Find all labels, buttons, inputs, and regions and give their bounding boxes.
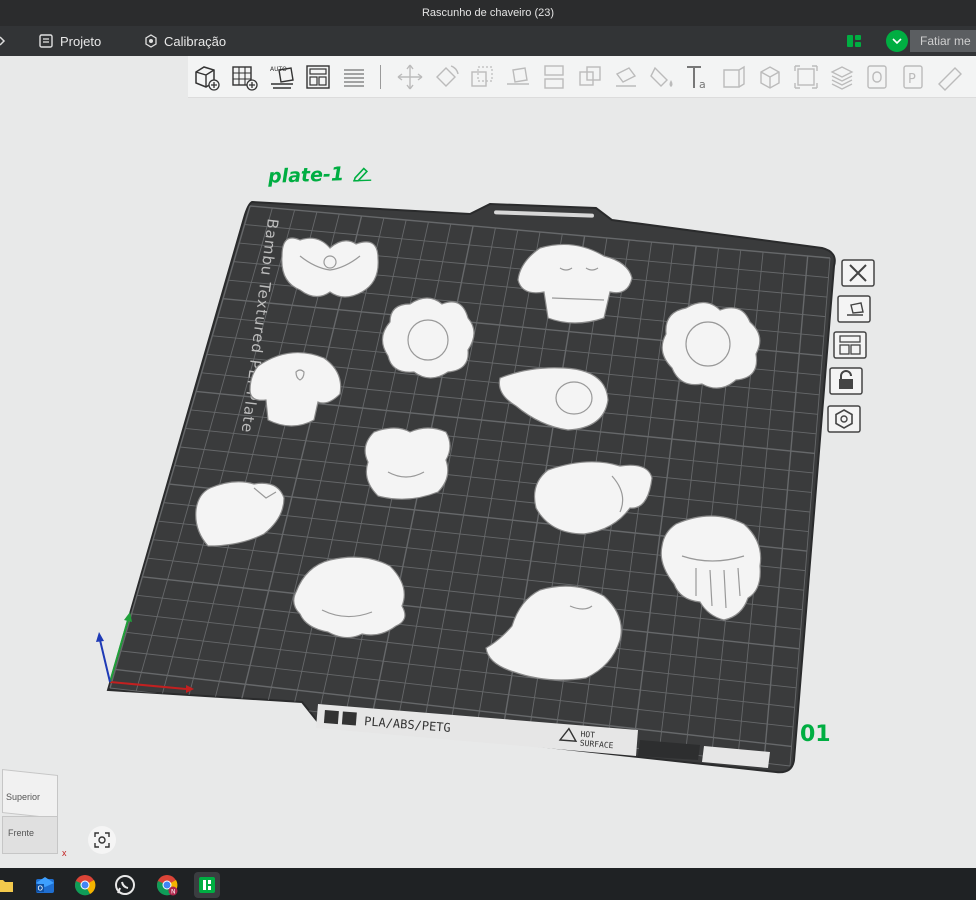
arrange-icon[interactable] [302,61,334,93]
window-title: Rascunho de chaveiro (23) [421,7,555,19]
lock-plate-button[interactable] [828,366,864,396]
lay-on-face-icon[interactable] [502,61,534,93]
plate-side-toolbar [826,258,878,438]
text-tool-icon[interactable]: a [682,61,714,93]
svg-text:P: P [908,72,916,87]
view-cube-axis-label: x [62,848,67,858]
plate-name-label[interactable]: plate-1 [268,162,373,188]
whatsapp-icon[interactable] [112,872,138,898]
slice-plate-label: Fatiar me [920,34,971,48]
zoom-fit-icon [94,832,110,848]
svg-text:a: a [699,78,706,91]
view-cube[interactable]: Superior Frente x [0,769,72,864]
menu-project[interactable]: Projeto [38,26,101,56]
project-icon [39,34,53,48]
plate-name-text: plate-1 [267,163,345,188]
assembly-icon[interactable] [754,61,786,93]
3d-viewport[interactable] [0,98,976,868]
zoom-to-fit-button[interactable] [88,826,116,854]
outlook-icon[interactable]: O [32,872,58,898]
auto-orient-icon[interactable]: AUTO [266,61,298,93]
home-menu-fragment[interactable] [0,26,6,56]
toolbar-separator [380,65,381,89]
slice-control: Fatiar me [886,30,976,52]
move-icon[interactable] [394,61,426,93]
boolean-icon[interactable] [574,61,606,93]
menu-project-label: Projeto [60,33,102,49]
variable-layer-icon[interactable] [826,61,858,93]
arrange-plate-button[interactable] [832,330,868,360]
mesh-icon[interactable] [718,61,750,93]
slice-plate-button[interactable]: Fatiar me [910,30,976,52]
part-icon[interactable] [862,61,894,93]
chrome-profile-icon[interactable]: N [154,872,180,898]
plate-number: 01 [800,722,831,747]
slice-dropdown-button[interactable] [886,30,908,52]
add-plate-icon[interactable] [228,61,260,93]
split-layers-icon[interactable] [338,61,370,93]
arrange-plate-icon [833,331,867,359]
multi-device-icon[interactable] [846,33,862,52]
bambu-studio-taskbar-icon[interactable] [194,872,220,898]
menu-bar: Projeto Calibração Fatiar me [0,26,976,56]
svg-text:N: N [171,889,176,896]
cut-icon[interactable] [538,61,570,93]
view-cube-top-label: Superior [6,792,41,802]
app-window: Rascunho de chaveiro (23) Projeto Calibr… [0,0,976,900]
rotate-icon[interactable] [430,61,462,93]
delete-plate-button[interactable] [840,258,876,288]
p-icon[interactable]: P [898,61,930,93]
auto-orient-plate-icon [837,295,871,323]
add-object-icon[interactable] [190,61,222,93]
file-explorer-icon[interactable] [0,872,18,898]
toolbar: AUTO a P [188,56,976,98]
calibration-icon [145,34,157,48]
lock-icon [829,367,863,395]
chrome-icon[interactable] [72,872,98,898]
svg-text:O: O [38,885,44,893]
ruler-icon[interactable] [934,61,966,93]
svg-text:AUTO: AUTO [270,66,287,73]
edit-pencil-icon[interactable] [352,165,373,182]
measure-icon[interactable] [790,61,822,93]
chevron-down-icon [892,38,902,45]
plate-settings-button[interactable] [826,404,862,434]
menu-calibration-label: Calibração [164,33,227,49]
auto-orient-plate-button[interactable] [836,294,872,324]
color-paint-icon[interactable] [646,61,678,93]
menu-calibration[interactable]: Calibração [144,26,226,56]
delete-icon [841,259,875,287]
menu-chevron-icon [0,36,6,46]
plate-settings-icon [827,405,861,433]
os-taskbar: O N [0,868,976,900]
title-bar: Rascunho de chaveiro (23) [0,0,976,26]
scale-icon[interactable] [466,61,498,93]
view-cube-front-label: Frente [8,828,35,838]
support-paint-icon[interactable] [610,61,642,93]
